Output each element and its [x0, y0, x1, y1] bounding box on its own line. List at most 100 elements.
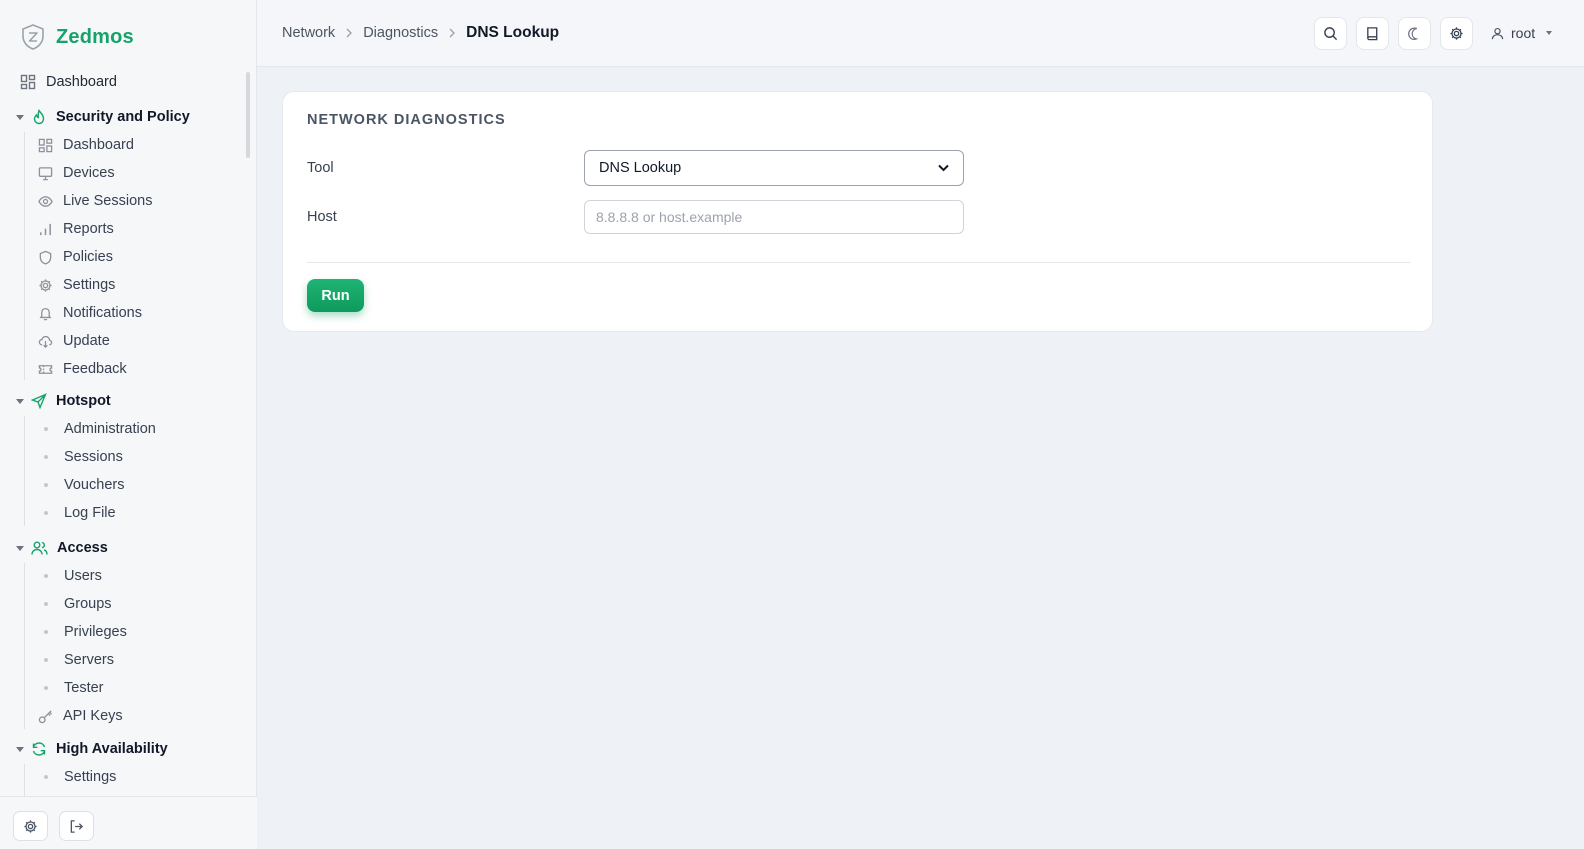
sidebar-item-label: Groups — [64, 596, 112, 612]
caret-down-icon — [16, 545, 24, 551]
sidebar-item-tester[interactable]: Tester — [38, 675, 104, 701]
sidebar-item-label: Servers — [64, 652, 114, 668]
docs-button[interactable] — [1356, 17, 1389, 50]
send-icon — [31, 393, 47, 409]
sidebar-item-ha-settings[interactable]: Settings — [38, 764, 116, 790]
chevron-down-icon — [938, 164, 949, 172]
bullet-dot — [44, 658, 48, 662]
sidebar-item-label: Dashboard — [63, 137, 134, 153]
sidebar-item-sessions[interactable]: Sessions — [38, 444, 123, 470]
breadcrumb-network[interactable]: Network — [282, 25, 335, 41]
key-icon — [38, 709, 53, 724]
caret-down-icon — [1546, 31, 1553, 35]
host-input[interactable] — [584, 200, 964, 234]
refresh-icon — [31, 741, 47, 757]
sidebar-item-servers[interactable]: Servers — [38, 647, 114, 673]
sidebar-item-log-file[interactable]: Log File — [38, 500, 116, 526]
sidebar-item-dashboard[interactable]: Dashboard — [20, 68, 117, 96]
sidebar-group-high-availability[interactable]: High Availability — [16, 735, 168, 763]
sidebar-item-sp-dashboard[interactable]: Dashboard — [38, 132, 134, 158]
bullet-dot — [44, 483, 48, 487]
sidebar-item-label: Administration — [64, 421, 156, 437]
bullet-dot — [44, 427, 48, 431]
sidebar-item-vouchers[interactable]: Vouchers — [38, 472, 124, 498]
topbar: Network Diagnostics DNS Lookup root — [257, 0, 1584, 67]
group-label: Hotspot — [56, 393, 111, 409]
user-name: root — [1511, 25, 1536, 41]
sidebar-item-feedback[interactable]: Feedback — [38, 356, 127, 382]
group-label: High Availability — [56, 741, 168, 757]
breadcrumb-current: DNS Lookup — [466, 24, 560, 41]
tool-select-value: DNS Lookup — [599, 160, 682, 176]
monitor-icon — [38, 166, 53, 181]
sidebar-group-security-and-policy[interactable]: Security and Policy — [16, 103, 190, 131]
theme-toggle-button[interactable] — [1398, 17, 1431, 50]
chevron-right-icon — [448, 28, 456, 38]
tool-select[interactable]: DNS Lookup — [584, 150, 964, 186]
sidebar-item-reports[interactable]: Reports — [38, 216, 114, 242]
sidebar-item-live-sessions[interactable]: Live Sessions — [38, 188, 152, 214]
sidebar-item-label: API Keys — [63, 708, 123, 724]
sidebar-item-devices[interactable]: Devices — [38, 160, 115, 186]
breadcrumb-diagnostics[interactable]: Diagnostics — [363, 25, 438, 41]
users-icon — [31, 540, 48, 556]
sidebar-item-label: Policies — [63, 249, 113, 265]
logout-button[interactable] — [59, 811, 94, 841]
sidebar-item-api-keys[interactable]: API Keys — [38, 703, 123, 729]
sidebar-item-label: Sessions — [64, 449, 123, 465]
gear-icon — [1449, 26, 1464, 41]
sidebar-item-label: Users — [64, 568, 102, 584]
shield-icon — [38, 250, 53, 265]
grid-icon — [20, 74, 36, 90]
sidebar-group-hotspot[interactable]: Hotspot — [16, 387, 111, 415]
bullet-dot — [44, 511, 48, 515]
group-line — [24, 416, 25, 526]
settings-button[interactable] — [1440, 17, 1473, 50]
sidebar-item-administration[interactable]: Administration — [38, 416, 156, 442]
sidebar-item-notifications[interactable]: Notifications — [38, 300, 142, 326]
caret-down-icon — [16, 114, 24, 120]
shield-z-icon — [20, 23, 46, 51]
search-button[interactable] — [1314, 17, 1347, 50]
sidebar-item-policies[interactable]: Policies — [38, 244, 113, 270]
bar-chart-icon — [38, 222, 53, 237]
run-button[interactable]: Run — [307, 279, 364, 312]
grid-icon — [38, 138, 53, 153]
sidebar-item-privileges[interactable]: Privileges — [38, 619, 127, 645]
brand-name: Zedmos — [56, 25, 134, 48]
sidebar-group-access[interactable]: Access — [16, 534, 108, 562]
user-menu[interactable]: root — [1491, 22, 1553, 44]
sidebar-item-label: Vouchers — [64, 477, 125, 493]
footer-settings-button[interactable] — [13, 811, 48, 841]
bullet-dot — [44, 630, 48, 634]
bullet-dot — [44, 775, 48, 779]
sidebar-item-label: Dashboard — [46, 74, 117, 90]
host-label: Host — [307, 209, 337, 225]
caret-down-icon — [16, 398, 24, 404]
card-title: NETWORK DIAGNOSTICS — [307, 112, 506, 128]
user-icon — [1491, 27, 1504, 40]
network-diagnostics-card: NETWORK DIAGNOSTICS Tool DNS Lookup Host… — [282, 91, 1433, 332]
sidebar-item-label: Tester — [64, 680, 104, 696]
group-label: Security and Policy — [56, 109, 190, 125]
bullet-dot — [44, 455, 48, 459]
book-icon — [1365, 26, 1380, 41]
group-label: Access — [57, 540, 108, 556]
search-icon — [1323, 26, 1338, 41]
sidebar-item-label: Settings — [63, 277, 116, 293]
moon-icon — [1407, 26, 1422, 41]
brand[interactable]: Zedmos — [20, 22, 134, 52]
cloud-download-icon — [38, 334, 53, 349]
bullet-dot — [44, 686, 48, 690]
sidebar-item-groups[interactable]: Groups — [38, 591, 112, 617]
bell-icon — [38, 306, 53, 321]
sidebar-item-users[interactable]: Users — [38, 563, 102, 589]
breadcrumb: Network Diagnostics DNS Lookup — [282, 22, 559, 44]
group-line — [24, 764, 25, 796]
sidebar-item-settings[interactable]: Settings — [38, 272, 115, 298]
sidebar-item-update[interactable]: Update — [38, 328, 110, 354]
tool-label: Tool — [307, 160, 334, 176]
group-line — [24, 563, 25, 729]
ticket-icon — [38, 362, 53, 377]
bullet-dot — [44, 602, 48, 606]
